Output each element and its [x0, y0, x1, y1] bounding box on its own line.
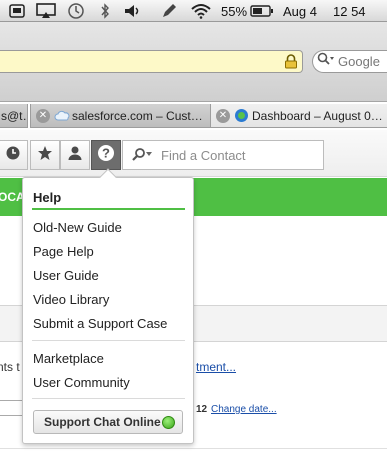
page-title-fragment: OCA: [0, 190, 25, 204]
magnifier-icon: [317, 52, 335, 71]
menu-item-marketplace[interactable]: Marketplace: [33, 351, 104, 366]
clock-icon: [5, 145, 21, 166]
support-chat-label: Support Chat Online: [44, 415, 161, 429]
menu-item-old-new-guide[interactable]: Old-New Guide: [33, 220, 122, 235]
menu-separator: [32, 398, 185, 399]
help-button[interactable]: ?: [91, 140, 121, 170]
support-chat-button[interactable]: Support Chat Online: [33, 410, 183, 434]
dashboard-favicon-icon: [234, 108, 249, 123]
cloud-favicon-icon: [54, 110, 70, 122]
pen-icon[interactable]: [160, 0, 178, 22]
tab-dashboard[interactable]: ✕ Dashboard – August 0…: [210, 104, 387, 128]
battery-percent: 55%: [220, 3, 248, 19]
help-dropdown-menu: Help Old-New Guide Page Help User Guide …: [22, 177, 194, 444]
star-icon: [37, 145, 53, 166]
content-link-fragment[interactable]: tment...: [196, 360, 236, 374]
wifi-icon[interactable]: [190, 0, 212, 22]
salesforce-header: ?: [0, 130, 387, 177]
macos-menu-bar: 55% Aug 4 12 54: [0, 0, 387, 22]
menu-item-user-guide[interactable]: User Guide: [33, 268, 99, 283]
online-status-icon: [162, 416, 175, 429]
date-value: 12: [196, 404, 208, 415]
menu-item-video-library[interactable]: Video Library: [33, 292, 109, 307]
search-engine-box[interactable]: Google: [312, 50, 387, 73]
menubar-time[interactable]: 12 54: [333, 0, 375, 22]
url-bar[interactable]: [0, 50, 303, 73]
lock-icon[interactable]: [284, 54, 298, 74]
menu-item-user-community[interactable]: User Community: [33, 375, 130, 390]
tab-salesforce[interactable]: ✕ salesforce.com – Cust…: [30, 104, 211, 128]
tab-label: Dashboard – August 0…: [252, 108, 383, 123]
tab-label: salesforce.com – Cust…: [72, 108, 203, 123]
profile-button[interactable]: [60, 140, 90, 170]
search-dropdown-icon[interactable]: [130, 147, 154, 163]
find-contact-input[interactable]: [161, 147, 311, 163]
change-date-link[interactable]: Change date...: [211, 404, 277, 415]
question-icon: ?: [97, 144, 115, 167]
help-menu-title: Help: [33, 190, 62, 205]
tab-label: s@t…: [1, 108, 27, 123]
recent-items-button[interactable]: [0, 140, 28, 170]
time-machine-icon[interactable]: [66, 0, 86, 22]
tab-bar: s@t… ✕ salesforce.com – Cust… ✕ Dashboar…: [0, 104, 387, 128]
find-contact-search[interactable]: [122, 140, 324, 170]
favorites-button[interactable]: [30, 140, 60, 170]
close-icon[interactable]: ✕: [216, 108, 230, 123]
close-icon[interactable]: ✕: [36, 108, 50, 123]
menu-item-submit-support-case[interactable]: Submit a Support Case: [33, 316, 167, 331]
title-underline: [32, 208, 185, 210]
tab-email[interactable]: s@t…: [0, 104, 28, 128]
person-icon: [67, 145, 83, 166]
search-engine-placeholder: Google: [338, 54, 380, 69]
menubar-date[interactable]: Aug 4: [283, 0, 327, 22]
dropbox-icon[interactable]: [8, 0, 26, 22]
battery-icon[interactable]: [250, 0, 274, 22]
airplay-icon[interactable]: [35, 0, 57, 22]
content-divider: [0, 448, 387, 449]
svg-text:?: ?: [102, 145, 110, 160]
browser-toolbar: Google: [0, 22, 387, 102]
content-text-fragment: nts t: [0, 360, 20, 374]
menu-item-page-help[interactable]: Page Help: [33, 244, 94, 259]
bluetooth-icon[interactable]: [98, 0, 112, 22]
volume-icon[interactable]: [124, 0, 142, 22]
menu-separator: [32, 340, 185, 341]
